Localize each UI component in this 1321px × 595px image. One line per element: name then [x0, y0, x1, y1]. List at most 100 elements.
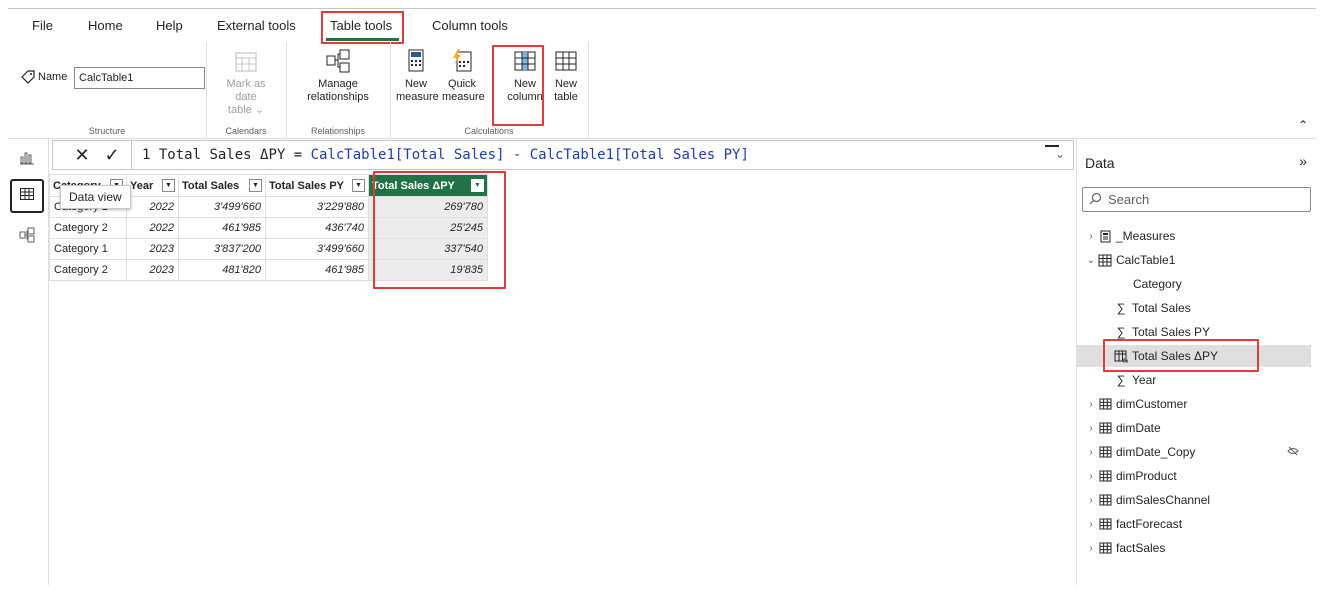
column-header-total-sales-dpy[interactable]: Total Sales ΔPY ▼: [368, 174, 488, 197]
collapse-pane-icon[interactable]: »: [1299, 153, 1307, 169]
table-item-dimdate-copy[interactable]: › dimDate_Copy: [1077, 441, 1311, 463]
field-name: Total Sales: [1132, 301, 1191, 315]
field-item-category[interactable]: Category: [1077, 273, 1311, 295]
cell-total-sales-py[interactable]: 3'499'660: [265, 238, 369, 260]
cell-total-sales-py[interactable]: 3'229'880: [265, 196, 369, 218]
svg-text:fx: fx: [1123, 358, 1128, 363]
new-table-button[interactable]: New table: [548, 48, 584, 104]
cell-total-sales[interactable]: 461'985: [178, 217, 266, 239]
new-table-label-2: table: [554, 91, 578, 103]
manage-relationships-button[interactable]: Manage relationships: [298, 48, 378, 104]
dropdown-arrow-icon[interactable]: ▼: [471, 179, 484, 192]
chevron-right-icon[interactable]: ›: [1085, 471, 1097, 482]
chevron-right-icon[interactable]: ›: [1085, 495, 1097, 506]
tab-column-tools[interactable]: Column tools: [432, 18, 508, 33]
formula-expression: CalcTable1[Total Sales] - CalcTable1[Tot…: [310, 147, 749, 163]
table-item-dimcustomer[interactable]: › dimCustomer: [1077, 393, 1311, 415]
structure-group-label: Structure: [88, 126, 126, 136]
cell-total-sales[interactable]: 3'837'200: [178, 238, 266, 260]
cell-total-sales-dpy[interactable]: 25'245: [368, 217, 488, 239]
menu-help[interactable]: Help: [156, 18, 183, 33]
field-item-year[interactable]: ∑ Year: [1077, 369, 1311, 391]
sigma-icon: ∑: [1116, 325, 1126, 339]
new-table-label-1: New: [554, 78, 577, 90]
close-icon[interactable]: ✕: [67, 145, 97, 166]
cell-total-sales-py[interactable]: 436'740: [265, 217, 369, 239]
cell-category[interactable]: Category 2: [49, 259, 127, 281]
table-icon: [1097, 541, 1113, 555]
search-input[interactable]: Search: [1082, 187, 1311, 212]
model-view-button[interactable]: [12, 223, 42, 251]
dropdown-arrow-icon[interactable]: ▼: [352, 179, 365, 192]
cell-category[interactable]: Category 2: [49, 217, 127, 239]
chevron-right-icon[interactable]: ›: [1085, 447, 1097, 458]
cell-total-sales-dpy[interactable]: 337'540: [368, 238, 488, 260]
field-item-total-sales-py[interactable]: ∑ Total Sales PY: [1077, 321, 1311, 343]
table-name: dimDate: [1116, 421, 1161, 435]
ribbon: Name CalcTable1 Structure Mark as date t…: [8, 42, 1316, 139]
chevron-right-icon[interactable]: ›: [1085, 399, 1097, 410]
new-measure-button[interactable]: New measure: [396, 48, 439, 104]
chevron-right-icon[interactable]: ›: [1085, 543, 1097, 554]
cell-total-sales[interactable]: 3'499'660: [178, 196, 266, 218]
menu-bar: File Home Help External tools Table tool…: [8, 9, 1316, 44]
table-item-dimsaleschannel[interactable]: › dimSalesChannel: [1077, 489, 1311, 511]
cell-total-sales-dpy[interactable]: 19'835: [368, 259, 488, 281]
calendars-group-label: Calendars: [225, 126, 267, 136]
chevron-down-icon[interactable]: ⌄: [1085, 255, 1097, 266]
calc-table-icon: [1097, 253, 1113, 267]
menu-file[interactable]: File: [32, 18, 53, 33]
table-name-input[interactable]: CalcTable1: [74, 67, 205, 89]
table-item-factsales[interactable]: › factSales: [1077, 537, 1311, 559]
bar-chart-icon: [19, 149, 35, 170]
cell-category[interactable]: Category 1: [49, 238, 127, 260]
formula-separator: [131, 140, 132, 170]
table-row: Category 1 2023 3'837'200 3'499'660 337'…: [49, 238, 488, 260]
group-calendars: Mark as date table ⌄ Calendars: [206, 42, 287, 138]
report-view-button[interactable]: [12, 145, 42, 173]
chevron-right-icon[interactable]: ›: [1085, 519, 1097, 530]
dropdown-arrow-icon[interactable]: ▼: [162, 179, 175, 192]
table-item-factforecast[interactable]: › factForecast: [1077, 513, 1311, 535]
column-header-total-sales[interactable]: Total Sales ▼: [178, 174, 266, 197]
table-item-dimdate[interactable]: › dimDate: [1077, 417, 1311, 439]
table-item-calctable1[interactable]: ⌄ CalcTable1: [1077, 249, 1311, 271]
field-item-total-sales-dpy[interactable]: fx Total Sales ΔPY: [1077, 345, 1311, 367]
cell-total-sales[interactable]: 481'820: [178, 259, 266, 281]
cell-total-sales-dpy[interactable]: 269'780: [368, 196, 488, 218]
cell-year[interactable]: 2022: [126, 196, 179, 218]
dropdown-arrow-icon[interactable]: ▼: [249, 179, 262, 192]
menu-home[interactable]: Home: [88, 18, 123, 33]
menu-external-tools[interactable]: External tools: [217, 18, 296, 33]
column-header-year[interactable]: Year ▼: [126, 174, 179, 197]
measure-table-icon: [1097, 229, 1113, 243]
new-column-button[interactable]: New column: [505, 48, 545, 104]
cell-year[interactable]: 2023: [126, 259, 179, 281]
table-icon: [1097, 517, 1113, 531]
checkmark-icon[interactable]: ✓: [97, 145, 127, 166]
column-header-label: Year: [130, 179, 154, 192]
cell-total-sales-py[interactable]: 461'985: [265, 259, 369, 281]
hidden-eye-icon: [1287, 446, 1299, 459]
chevron-down-icon[interactable]: ⌄: [1055, 147, 1065, 161]
table-icon: [1097, 421, 1113, 435]
new-column-label-2: column: [507, 91, 543, 103]
cell-year[interactable]: 2022: [126, 217, 179, 239]
chevron-right-icon[interactable]: ›: [1085, 423, 1097, 434]
collapse-ribbon-icon[interactable]: ⌃: [1298, 118, 1308, 132]
column-header-total-sales-py[interactable]: Total Sales PY ▼: [265, 174, 369, 197]
mark-date-label-2: table: [227, 104, 252, 116]
quick-measure-button[interactable]: Quick measure: [442, 48, 485, 104]
tab-table-tools[interactable]: Table tools: [330, 18, 392, 33]
table-item-dimproduct[interactable]: › dimProduct: [1077, 465, 1311, 487]
table-icon: [1097, 397, 1113, 411]
quick-measure-label-2: measure: [442, 91, 485, 103]
table-item-measures[interactable]: › _Measures: [1077, 225, 1311, 247]
chevron-right-icon[interactable]: ›: [1085, 231, 1097, 242]
new-table-icon: [553, 51, 579, 77]
cell-year[interactable]: 2023: [126, 238, 179, 260]
field-item-total-sales[interactable]: ∑ Total Sales: [1077, 297, 1311, 319]
data-view-button[interactable]: [10, 179, 44, 213]
formula-input[interactable]: 1 Total Sales ΔPY = CalcTable1[Total Sal…: [142, 147, 749, 163]
table-name: dimDate_Copy: [1116, 445, 1196, 459]
